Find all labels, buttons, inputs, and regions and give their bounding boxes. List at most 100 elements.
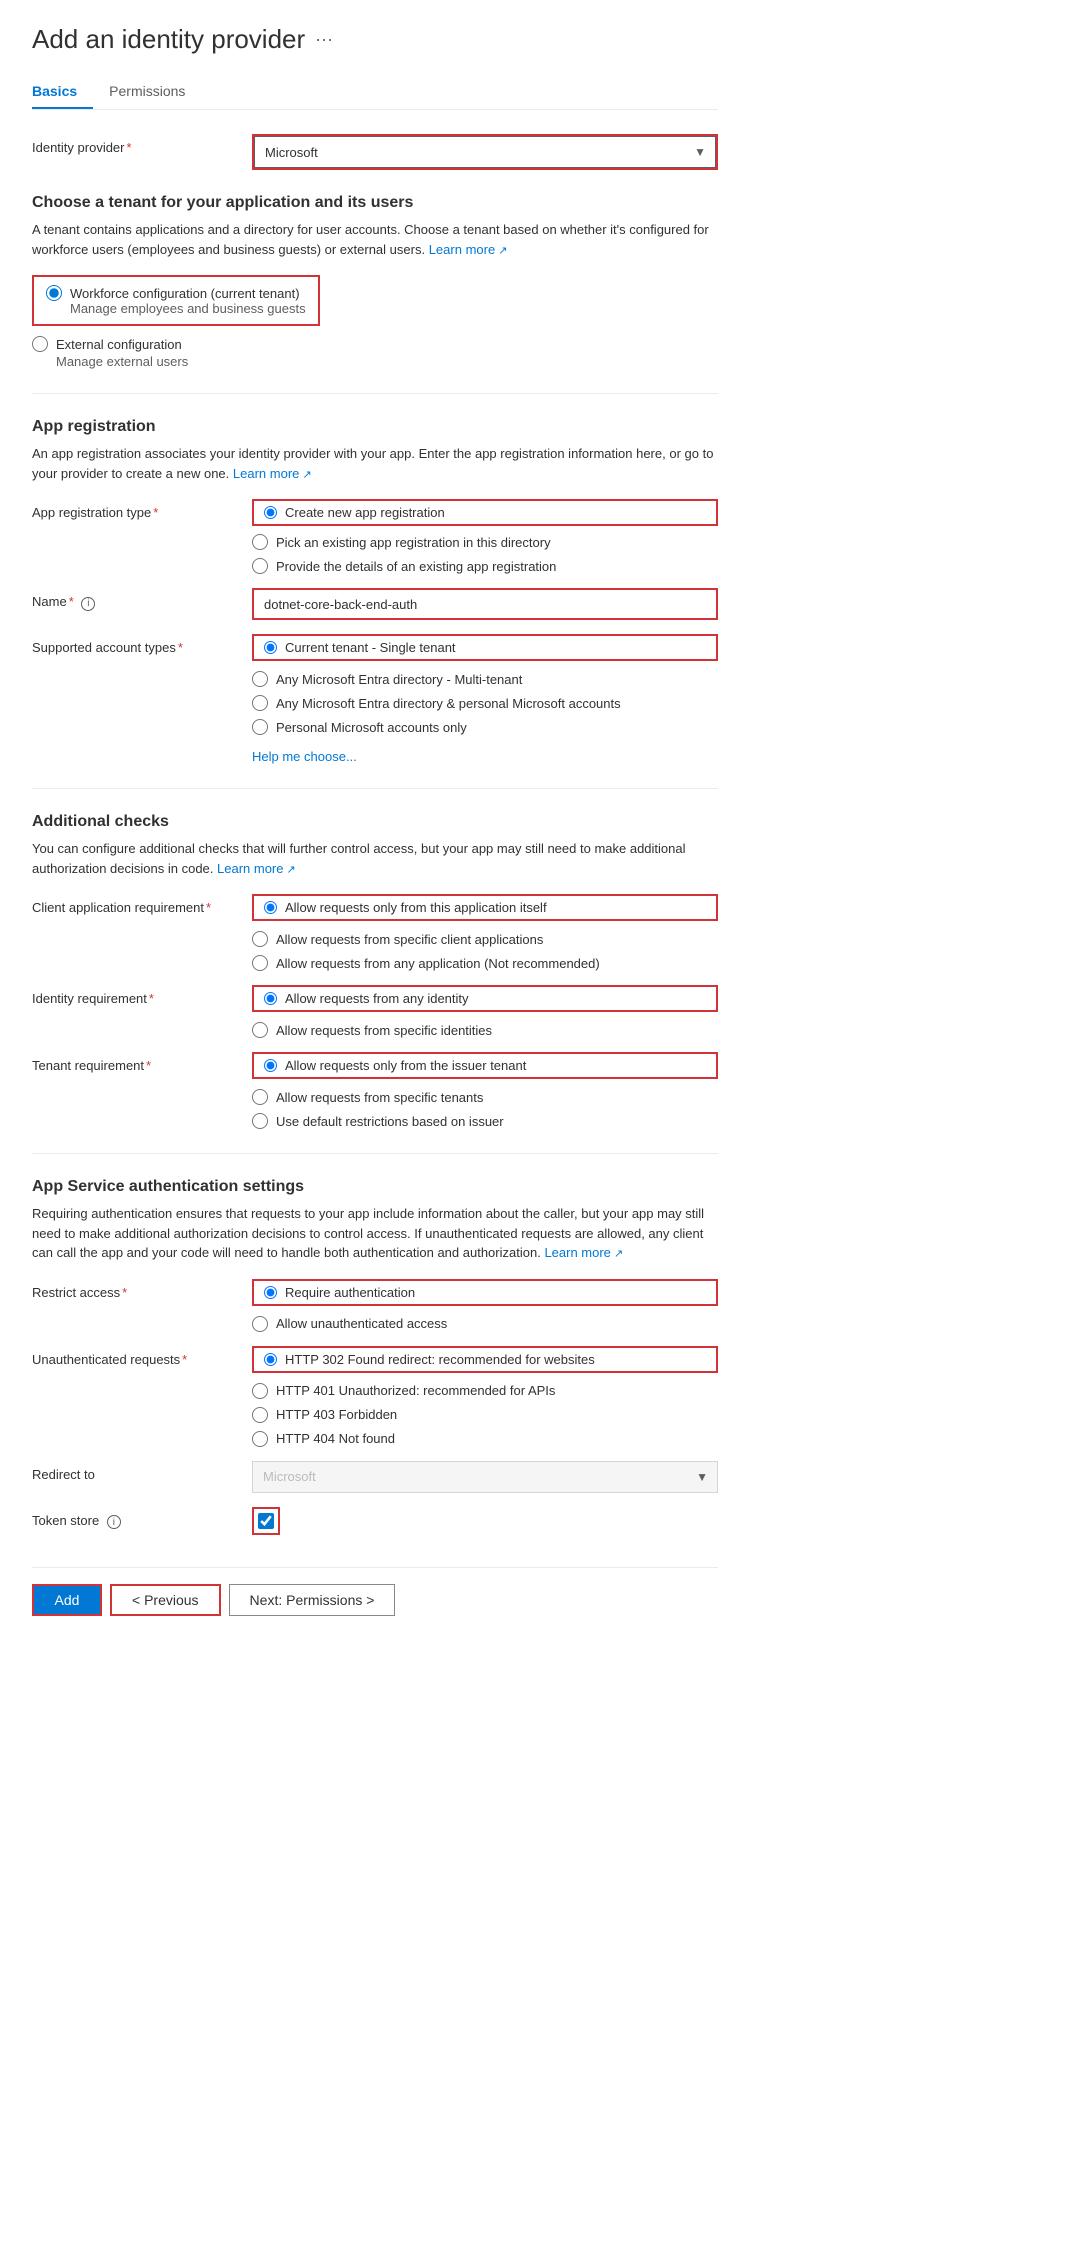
require-auth-outlined: Require authentication [252, 1279, 718, 1306]
tenant-learn-more-link[interactable]: Learn more [429, 242, 508, 257]
personal-only-radio[interactable] [252, 719, 268, 735]
specific-clients-item[interactable]: Allow requests from specific client appl… [252, 931, 718, 947]
identity-provider-select-wrapper: Microsoft Google Facebook ▼ [252, 134, 718, 170]
specific-clients-radio[interactable] [252, 931, 268, 947]
identity-req-label: Identity requirement* [32, 985, 252, 1006]
personal-only-label: Personal Microsoft accounts only [276, 720, 467, 735]
multi-tenant-item[interactable]: Any Microsoft Entra directory - Multi-te… [252, 671, 718, 687]
ellipsis-menu[interactable]: ··· [315, 29, 333, 50]
personal-only-item[interactable]: Personal Microsoft accounts only [252, 719, 718, 735]
tenant-req-content: Allow requests only from the issuer tena… [252, 1052, 718, 1129]
this-app-only-radio[interactable] [264, 901, 277, 914]
token-store-checkbox-outlined [252, 1507, 280, 1535]
token-store-checkbox[interactable] [258, 1513, 274, 1529]
specific-identities-radio[interactable] [252, 1022, 268, 1038]
http-404-item[interactable]: HTTP 404 Not found [252, 1431, 718, 1447]
specific-tenants-radio[interactable] [252, 1089, 268, 1105]
default-restrictions-item[interactable]: Use default restrictions based on issuer [252, 1113, 718, 1129]
app-reg-type-group: Create new app registration Pick an exis… [252, 499, 718, 574]
http-401-radio[interactable] [252, 1383, 268, 1399]
http-403-radio[interactable] [252, 1407, 268, 1423]
additional-checks-desc: You can configure additional checks that… [32, 839, 718, 878]
identity-req-row: Identity requirement* Allow requests fro… [32, 985, 718, 1038]
multi-personal-radio[interactable] [252, 695, 268, 711]
any-identity-radio[interactable] [264, 992, 277, 1005]
account-types-label: Supported account types* [32, 634, 252, 655]
issuer-tenant-label: Allow requests only from the issuer tena… [285, 1058, 526, 1073]
account-types-content: Current tenant - Single tenant Any Micro… [252, 634, 718, 764]
app-service-auth-learn-more[interactable]: Learn more [544, 1245, 623, 1260]
external-label: External configuration [56, 337, 182, 352]
external-radio[interactable] [32, 336, 48, 352]
create-new-radio[interactable] [264, 506, 277, 519]
identity-provider-content: Microsoft Google Facebook ▼ [252, 134, 718, 170]
external-radio-item[interactable]: External configuration [32, 336, 718, 352]
restrict-access-label: Restrict access* [32, 1279, 252, 1300]
provide-details-item[interactable]: Provide the details of an existing app r… [252, 558, 718, 574]
unauth-requests-content: HTTP 302 Found redirect: recommended for… [252, 1346, 718, 1447]
current-tenant-radio[interactable] [264, 641, 277, 654]
identity-provider-select[interactable]: Microsoft Google Facebook [254, 136, 716, 168]
workforce-radio-box: Workforce configuration (current tenant)… [32, 275, 320, 326]
redirect-to-content: Microsoft ▼ [252, 1461, 718, 1493]
http-403-item[interactable]: HTTP 403 Forbidden [252, 1407, 718, 1423]
redirect-to-select-wrapper: Microsoft ▼ [252, 1461, 718, 1493]
issuer-tenant-outlined: Allow requests only from the issuer tena… [252, 1052, 718, 1079]
tenant-req-row: Tenant requirement* Allow requests only … [32, 1052, 718, 1129]
divider-2 [32, 788, 718, 789]
provide-details-radio[interactable] [252, 558, 268, 574]
http-404-radio[interactable] [252, 1431, 268, 1447]
current-tenant-label: Current tenant - Single tenant [285, 640, 456, 655]
tenant-section-desc: A tenant contains applications and a dir… [32, 220, 718, 259]
redirect-to-row: Redirect to Microsoft ▼ [32, 1461, 718, 1493]
next-button[interactable]: Next: Permissions > [229, 1584, 396, 1616]
identity-provider-label: Identity provider* [32, 134, 252, 155]
tab-basics[interactable]: Basics [32, 75, 93, 109]
provide-details-label: Provide the details of an existing app r… [276, 559, 556, 574]
workforce-radio[interactable] [46, 285, 62, 301]
require-auth-radio[interactable] [264, 1286, 277, 1299]
pick-existing-radio[interactable] [252, 534, 268, 550]
any-application-radio[interactable] [252, 955, 268, 971]
additional-checks-learn-more[interactable]: Learn more [217, 861, 296, 876]
multi-personal-item[interactable]: Any Microsoft Entra directory & personal… [252, 695, 718, 711]
identity-req-content: Allow requests from any identity Allow r… [252, 985, 718, 1038]
app-reg-learn-more-link[interactable]: Learn more [233, 466, 312, 481]
current-tenant-outlined: Current tenant - Single tenant [252, 634, 718, 661]
http-302-radio[interactable] [264, 1353, 277, 1366]
any-application-item[interactable]: Allow requests from any application (Not… [252, 955, 718, 971]
http-401-item[interactable]: HTTP 401 Unauthorized: recommended for A… [252, 1383, 718, 1399]
specific-tenants-item[interactable]: Allow requests from specific tenants [252, 1089, 718, 1105]
issuer-tenant-radio[interactable] [264, 1059, 277, 1072]
http-404-label: HTTP 404 Not found [276, 1431, 395, 1446]
tenant-section-title: Choose a tenant for your application and… [32, 194, 718, 212]
name-info-icon: i [81, 597, 95, 611]
client-app-req-group: Allow requests only from this applicatio… [252, 894, 718, 971]
external-sublabel: Manage external users [56, 354, 718, 369]
redirect-to-select[interactable]: Microsoft [252, 1461, 718, 1493]
previous-button[interactable]: < Previous [110, 1584, 221, 1616]
pick-existing-item[interactable]: Pick an existing app registration in thi… [252, 534, 718, 550]
token-store-row: Token store i [32, 1507, 718, 1535]
name-input[interactable] [252, 588, 718, 620]
default-restrictions-radio[interactable] [252, 1113, 268, 1129]
unauth-requests-group: HTTP 302 Found redirect: recommended for… [252, 1346, 718, 1447]
allow-unauth-radio[interactable] [252, 1316, 268, 1332]
multi-tenant-radio[interactable] [252, 671, 268, 687]
add-button[interactable]: Add [32, 1584, 102, 1616]
specific-tenants-label: Allow requests from specific tenants [276, 1090, 483, 1105]
help-choose-link[interactable]: Help me choose... [252, 749, 718, 764]
workforce-sublabel: Manage employees and business guests [70, 301, 306, 316]
token-store-content [252, 1507, 718, 1535]
specific-identities-item[interactable]: Allow requests from specific identities [252, 1022, 718, 1038]
allow-unauth-item[interactable]: Allow unauthenticated access [252, 1316, 718, 1332]
tenant-req-group: Allow requests only from the issuer tena… [252, 1052, 718, 1129]
token-store-label: Token store i [32, 1507, 252, 1530]
footer-buttons: Add < Previous Next: Permissions > [32, 1567, 718, 1616]
tenant-section: Choose a tenant for your application and… [32, 194, 718, 369]
any-application-label: Allow requests from any application (Not… [276, 956, 600, 971]
http-302-outlined: HTTP 302 Found redirect: recommended for… [252, 1346, 718, 1373]
workforce-radio-item[interactable]: Workforce configuration (current tenant) [46, 285, 306, 301]
tab-permissions[interactable]: Permissions [109, 75, 201, 109]
require-auth-label: Require authentication [285, 1285, 415, 1300]
